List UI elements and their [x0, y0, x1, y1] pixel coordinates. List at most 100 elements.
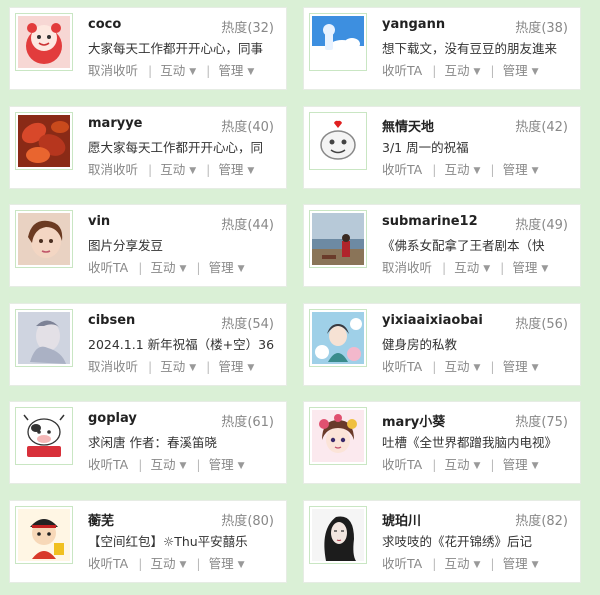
follow-toggle-button[interactable]: 收听TA: [382, 457, 422, 472]
avatar[interactable]: [309, 506, 367, 564]
divider: |: [490, 162, 495, 177]
avatar[interactable]: [15, 506, 73, 564]
user-name[interactable]: goplay: [88, 411, 137, 426]
caret-down-icon: ▼: [179, 560, 187, 570]
caret-down-icon: ▼: [189, 363, 197, 373]
avatar[interactable]: [309, 407, 367, 465]
manage-label: 管理: [218, 63, 244, 78]
latest-post-link[interactable]: 3/1 周一的祝福: [382, 137, 570, 156]
user-name[interactable]: vin: [88, 214, 110, 229]
divider: |: [138, 556, 143, 571]
manage-dropdown[interactable]: 管理 ▼: [503, 457, 539, 472]
latest-post-link[interactable]: 想下载文，没有豆豆的朋友進来: [382, 38, 570, 57]
heat-value: (80): [247, 514, 274, 529]
user-name[interactable]: yangann: [382, 17, 445, 32]
heat-score: 热度(54): [221, 313, 274, 332]
latest-post-link[interactable]: 愿大家每天工作都开开心心，同: [88, 137, 276, 156]
follow-toggle-button[interactable]: 收听TA: [88, 556, 128, 571]
divider: |: [432, 63, 437, 78]
interact-dropdown[interactable]: 互动 ▼: [150, 457, 186, 472]
blue-cloud-avatar-image: [312, 16, 364, 68]
latest-post-link[interactable]: 吐槽《全世界都蹭我脑内电视》: [382, 432, 570, 451]
interact-dropdown[interactable]: 互动 ▼: [150, 260, 186, 275]
avatar[interactable]: [309, 13, 367, 71]
heat-value: (49): [541, 218, 568, 233]
heat-value: (61): [247, 415, 274, 430]
heat-score: 热度(82): [515, 510, 568, 529]
heat-score: 热度(61): [221, 411, 274, 430]
follow-toggle-button[interactable]: 收听TA: [382, 162, 422, 177]
follow-toggle-button[interactable]: 收听TA: [382, 556, 422, 571]
divider: |: [432, 556, 437, 571]
latest-post-link[interactable]: 图片分享发豆: [88, 235, 276, 254]
avatar[interactable]: [309, 309, 367, 367]
latest-post-link[interactable]: 健身房的私教: [382, 334, 570, 353]
interact-dropdown[interactable]: 互动 ▼: [160, 162, 196, 177]
flower-girl-avatar-image: [312, 312, 364, 364]
follow-toggle-button[interactable]: 收听TA: [88, 260, 128, 275]
latest-post-link[interactable]: 求闲唐 作者：春溪笛晓: [88, 432, 276, 451]
manage-label: 管理: [218, 359, 244, 374]
manage-dropdown[interactable]: 管理 ▼: [218, 162, 254, 177]
interact-dropdown[interactable]: 互动 ▼: [444, 63, 480, 78]
divider: |: [490, 457, 495, 472]
avatar[interactable]: [309, 112, 367, 170]
user-name[interactable]: coco: [88, 17, 121, 32]
user-name[interactable]: cibsen: [88, 313, 135, 328]
follow-toggle-button[interactable]: 取消收听: [88, 63, 138, 78]
user-card: yangann 热度(38) 想下载文，没有豆豆的朋友進来 收听TA | 互动 ▼ | 管理 ▼: [303, 7, 581, 90]
manage-dropdown[interactable]: 管理 ▼: [503, 556, 539, 571]
avatar[interactable]: [15, 112, 73, 170]
follow-toggle-button[interactable]: 取消收听: [88, 359, 138, 374]
latest-post-link[interactable]: 《佛系女配拿了王者剧本（快: [382, 235, 570, 254]
manage-dropdown[interactable]: 管理 ▼: [503, 359, 539, 374]
manage-dropdown[interactable]: 管理 ▼: [503, 162, 539, 177]
avatar[interactable]: [15, 309, 73, 367]
user-name[interactable]: mary小葵: [382, 411, 445, 430]
avatar[interactable]: [309, 210, 367, 268]
manage-dropdown[interactable]: 管理 ▼: [209, 556, 245, 571]
interact-dropdown[interactable]: 互动 ▼: [150, 556, 186, 571]
divider: |: [442, 260, 447, 275]
interact-dropdown[interactable]: 互动 ▼: [454, 260, 490, 275]
manage-dropdown[interactable]: 管理 ▼: [503, 63, 539, 78]
manage-dropdown[interactable]: 管理 ▼: [209, 457, 245, 472]
heat-label: 热度: [515, 514, 542, 529]
avatar[interactable]: [15, 13, 73, 71]
interact-dropdown[interactable]: 互动 ▼: [160, 359, 196, 374]
user-card: mary小葵 热度(75) 吐槽《全世界都蹭我脑内电视》 收听TA | 互动 ▼ | 管理 ▼: [303, 401, 581, 484]
child-photo-avatar-image: [18, 213, 70, 265]
divider: |: [432, 359, 437, 374]
follow-toggle-button[interactable]: 收听TA: [382, 359, 422, 374]
manage-dropdown[interactable]: 管理 ▼: [512, 260, 548, 275]
follow-toggle-button[interactable]: 收听TA: [382, 63, 422, 78]
user-name[interactable]: 無情天地: [382, 116, 434, 135]
follow-toggle-button[interactable]: 收听TA: [88, 457, 128, 472]
manage-dropdown[interactable]: 管理 ▼: [218, 359, 254, 374]
user-name[interactable]: yixiaaixiaobai: [382, 313, 483, 328]
interact-dropdown[interactable]: 互动 ▼: [444, 457, 480, 472]
latest-post-link[interactable]: 求吱吱的《花开锦绣》后记: [382, 531, 570, 550]
user-name[interactable]: 琥珀川: [382, 510, 421, 529]
user-name[interactable]: submarine12: [382, 214, 478, 229]
interact-dropdown[interactable]: 互动 ▼: [444, 162, 480, 177]
avatar[interactable]: [15, 407, 73, 465]
interact-label: 互动: [444, 63, 470, 78]
user-name[interactable]: 蘅芜: [88, 510, 114, 529]
manage-dropdown[interactable]: 管理 ▼: [209, 260, 245, 275]
latest-post-link[interactable]: 大家每天工作都开开心心，同事: [88, 38, 276, 57]
card-actions: 收听TA | 互动 ▼ | 管理 ▼: [88, 553, 245, 572]
latest-post-link[interactable]: 【空间红包】☼Thu平安囍乐: [88, 531, 276, 550]
user-card: goplay 热度(61) 求闲唐 作者：春溪笛晓 收听TA | 互动 ▼ | 管理 ▼: [9, 401, 287, 484]
caret-down-icon: ▼: [237, 560, 245, 570]
card-actions: 收听TA | 互动 ▼ | 管理 ▼: [88, 454, 245, 473]
interact-dropdown[interactable]: 互动 ▼: [444, 359, 480, 374]
latest-post-link[interactable]: 2024.1.1 新年祝福（楼+空）36: [88, 334, 276, 353]
follow-toggle-button[interactable]: 取消收听: [382, 260, 432, 275]
follow-toggle-button[interactable]: 取消收听: [88, 162, 138, 177]
user-name[interactable]: maryye: [88, 116, 143, 131]
avatar[interactable]: [15, 210, 73, 268]
interact-dropdown[interactable]: 互动 ▼: [444, 556, 480, 571]
manage-dropdown[interactable]: 管理 ▼: [218, 63, 254, 78]
interact-dropdown[interactable]: 互动 ▼: [160, 63, 196, 78]
